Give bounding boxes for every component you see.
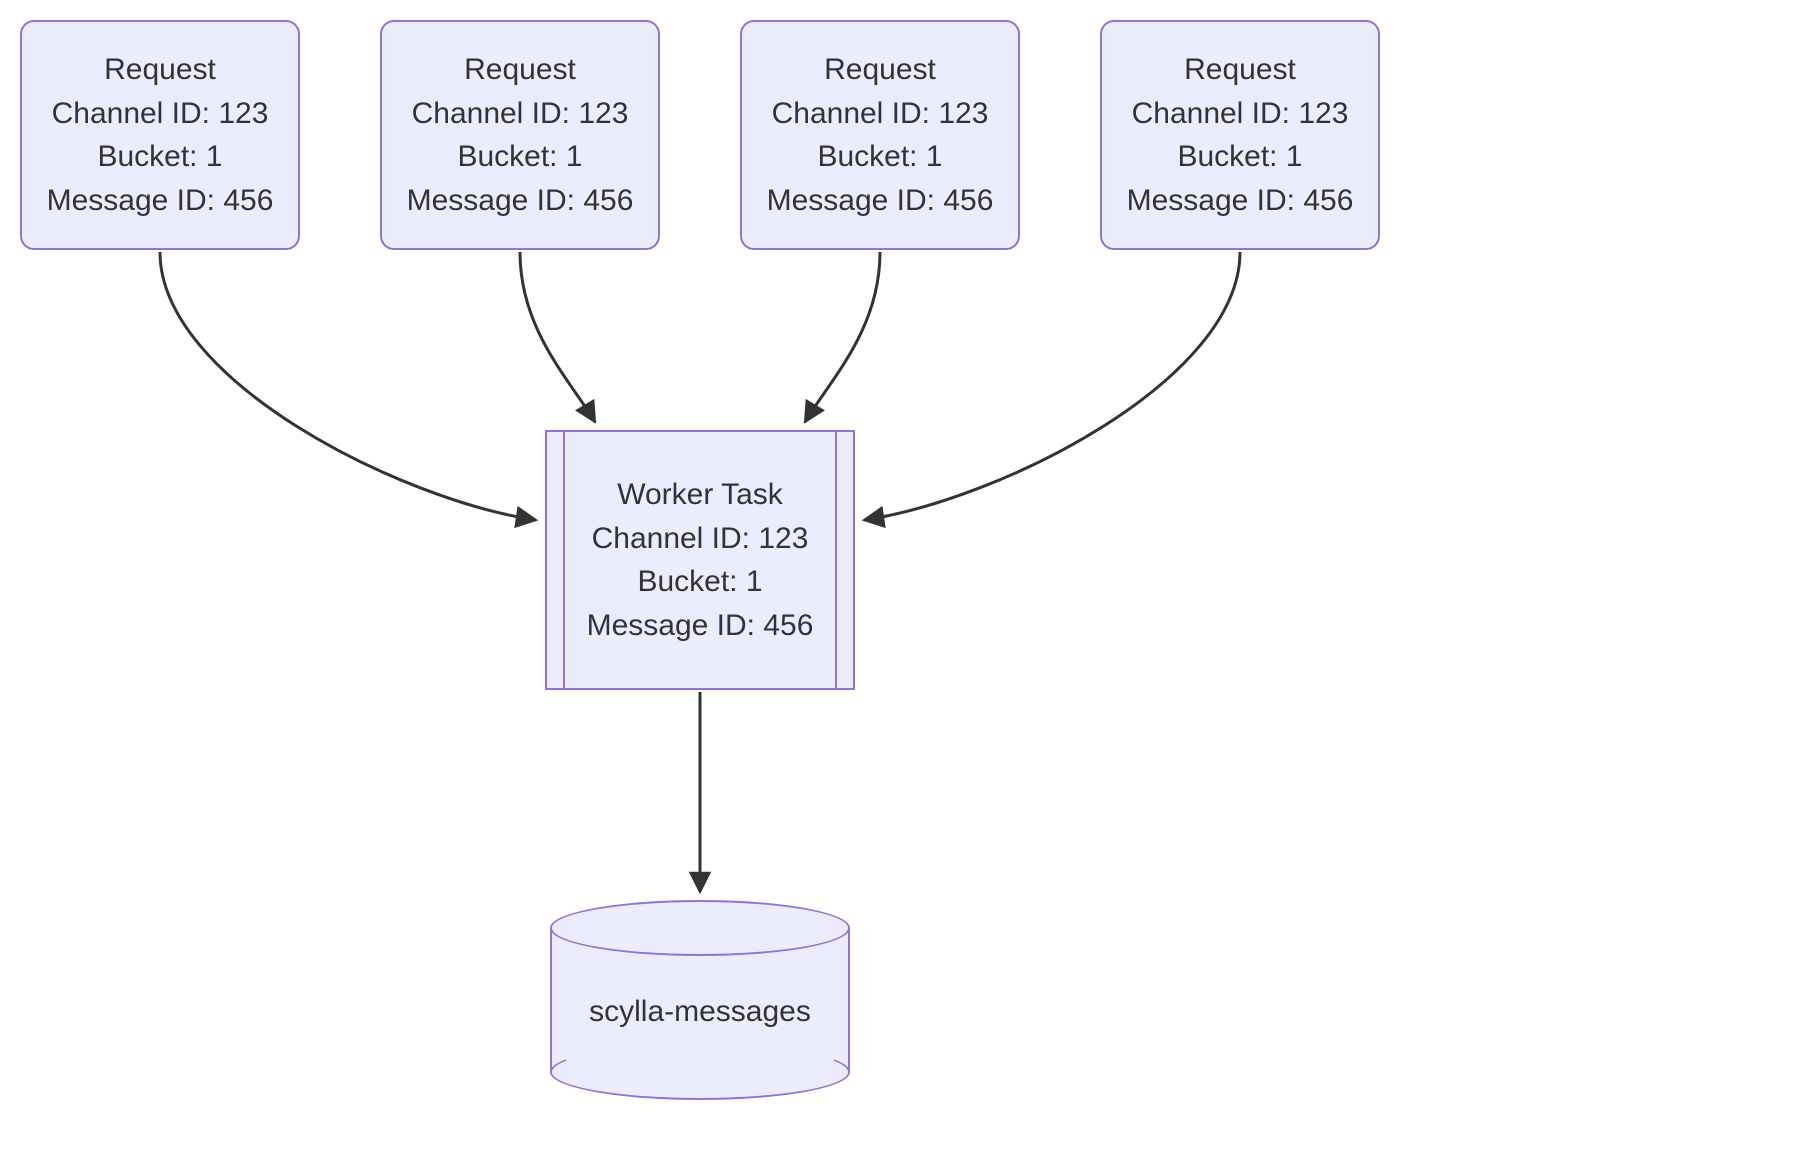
- request-message: Message ID: 456: [407, 179, 634, 223]
- request-channel: Channel ID: 123: [52, 92, 269, 136]
- database-label: scylla-messages: [550, 900, 850, 1100]
- request-title: Request: [824, 48, 936, 92]
- request-message: Message ID: 456: [1127, 179, 1354, 223]
- worker-bucket: Bucket: 1: [637, 560, 762, 604]
- request-channel: Channel ID: 123: [412, 92, 629, 136]
- request-channel: Channel ID: 123: [1132, 92, 1349, 136]
- request-bucket: Bucket: 1: [1177, 135, 1302, 179]
- request-title: Request: [104, 48, 216, 92]
- database-cylinder: scylla-messages: [550, 900, 850, 1100]
- worker-message: Message ID: 456: [587, 604, 814, 648]
- edge-request4-to-worker: [864, 252, 1240, 520]
- request-bucket: Bucket: 1: [817, 135, 942, 179]
- request-message: Message ID: 456: [47, 179, 274, 223]
- worker-title: Worker Task: [617, 473, 783, 517]
- edge-request1-to-worker: [160, 252, 536, 520]
- edge-request2-to-worker: [520, 252, 595, 422]
- request-bucket: Bucket: 1: [97, 135, 222, 179]
- request-box-4: Request Channel ID: 123 Bucket: 1 Messag…: [1100, 20, 1380, 250]
- request-channel: Channel ID: 123: [772, 92, 989, 136]
- request-box-2: Request Channel ID: 123 Bucket: 1 Messag…: [380, 20, 660, 250]
- request-box-1: Request Channel ID: 123 Bucket: 1 Messag…: [20, 20, 300, 250]
- request-box-3: Request Channel ID: 123 Bucket: 1 Messag…: [740, 20, 1020, 250]
- request-title: Request: [464, 48, 576, 92]
- worker-channel: Channel ID: 123: [592, 517, 809, 561]
- request-title: Request: [1184, 48, 1296, 92]
- request-bucket: Bucket: 1: [457, 135, 582, 179]
- diagram-canvas: Request Channel ID: 123 Bucket: 1 Messag…: [0, 0, 1806, 1154]
- worker-task-box: Worker Task Channel ID: 123 Bucket: 1 Me…: [545, 430, 855, 690]
- request-message: Message ID: 456: [767, 179, 994, 223]
- edge-request3-to-worker: [805, 252, 880, 422]
